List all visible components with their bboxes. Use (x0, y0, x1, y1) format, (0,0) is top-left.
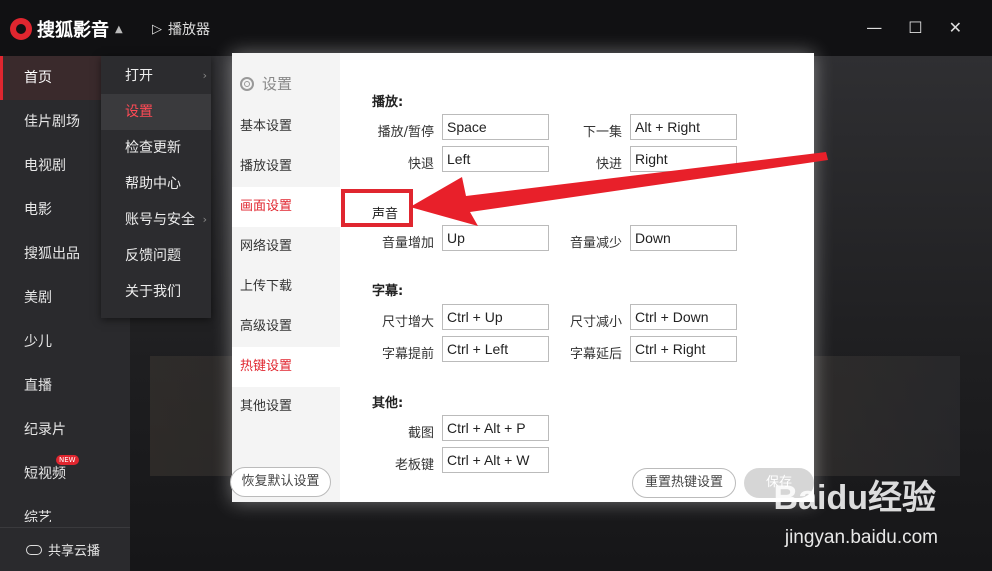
hotkey-input-sub-later[interactable]: Ctrl + Right (630, 336, 737, 362)
nav-item-documentary[interactable]: 纪录片 (0, 408, 130, 452)
new-badge: NEW (56, 455, 79, 465)
settings-tab-other[interactable]: 其他设置 (232, 387, 340, 427)
settings-tab-network[interactable]: 网络设置 (232, 227, 340, 267)
hotkey-label: 字幕延后 (569, 347, 622, 362)
settings-tab-upload-download[interactable]: 上传下载 (232, 267, 340, 307)
nav-item-variety[interactable]: 综艺 (0, 496, 130, 522)
maximize-icon[interactable]: ☐ (908, 18, 922, 37)
cloud-icon (26, 544, 42, 555)
restore-defaults-button[interactable]: 恢复默认设置 (230, 467, 331, 497)
window-controls: — ☐ ✕ (866, 18, 962, 37)
settings-tab-advanced[interactable]: 高级设置 (232, 307, 340, 347)
hotkey-label: 快进 (595, 157, 622, 172)
chevron-right-icon: › (202, 213, 207, 226)
section-title-play: 播放: (372, 95, 404, 110)
settings-tab-playback[interactable]: 播放设置 (232, 147, 340, 187)
baidu-watermark: Baidu经验 (773, 479, 936, 517)
annotation-highlight-box (341, 189, 413, 227)
hotkey-label: 下一集 (582, 125, 622, 140)
settings-title-text: 设置 (262, 75, 293, 93)
menu-item-about[interactable]: 关于我们 (101, 274, 211, 310)
hotkey-label: 尺寸增大 (381, 315, 434, 330)
section-title-other: 其他: (372, 396, 404, 411)
hotkey-label: 尺寸减小 (569, 315, 622, 330)
menu-item-label: 账号与安全 (125, 212, 195, 228)
menu-item-open[interactable]: 打开 › (101, 58, 211, 94)
settings-tab-hotkeys[interactable]: 热键设置 (232, 347, 340, 387)
settings-sidebar: 设置 基本设置 播放设置 画面设置 网络设置 上传下载 高级设置 热键设置 其他… (230, 53, 340, 502)
menu-item-account-security[interactable]: 账号与安全 › (101, 202, 211, 238)
cloud-share-label: 共享云播 (48, 544, 101, 559)
hotkey-label: 播放/暂停 (377, 125, 434, 140)
main-menu-dropdown: 打开 › 设置 检查更新 帮助中心 账号与安全 › 反馈问题 关于我们 (101, 56, 211, 318)
hotkey-input-next-episode[interactable]: Alt + Right (630, 114, 737, 140)
app-logo[interactable]: 搜狐影音 ▲ (10, 16, 123, 42)
title-bar: 搜狐影音 ▲ ▷ 播放器 — ☐ ✕ (0, 0, 992, 56)
hotkey-input-sub-size-down[interactable]: Ctrl + Down (630, 304, 737, 330)
hotkey-label: 快退 (407, 157, 434, 172)
close-icon[interactable]: ✕ (949, 18, 962, 37)
hotkey-input-forward[interactable]: Right (630, 146, 737, 172)
hotkey-label: 音量减少 (569, 236, 622, 251)
nav-item-label: 短视频 (24, 466, 66, 482)
hotkey-label: 音量增加 (381, 236, 434, 251)
gear-icon (240, 76, 254, 91)
settings-tab-picture[interactable]: 画面设置 (232, 187, 340, 227)
player-label: 播放器 (168, 22, 210, 38)
hotkey-label: 截图 (407, 426, 434, 441)
hotkey-label: 老板键 (394, 458, 434, 473)
player-button[interactable]: ▷ 播放器 (152, 19, 210, 39)
cloud-share-button[interactable]: 共享云播 (0, 527, 130, 571)
hotkey-input-screenshot[interactable]: Ctrl + Alt + P (442, 415, 549, 441)
menu-item-settings[interactable]: 设置 (101, 94, 211, 130)
nav-item-kids[interactable]: 少儿 (0, 320, 130, 364)
app-name: 搜狐影音 (37, 20, 109, 41)
section-title-subtitle: 字幕: (372, 284, 404, 299)
hotkey-label: 字幕提前 (381, 347, 434, 362)
menu-item-check-update[interactable]: 检查更新 (101, 130, 211, 166)
menu-item-label: 打开 (125, 68, 153, 84)
baidu-watermark-url: jingyan.baidu.com (784, 527, 938, 548)
nav-item-live[interactable]: 直播 (0, 364, 130, 408)
minimize-icon[interactable]: — (866, 18, 882, 37)
settings-tab-basic[interactable]: 基本设置 (232, 107, 340, 147)
chevron-down-icon: ▲ (115, 23, 123, 35)
reset-hotkeys-button[interactable]: 重置热键设置 (632, 468, 736, 498)
menu-item-feedback[interactable]: 反馈问题 (101, 238, 211, 274)
settings-dialog: 设置 基本设置 播放设置 画面设置 网络设置 上传下载 高级设置 热键设置 其他… (230, 53, 814, 502)
nav-item-short-video[interactable]: 短视频 NEW (0, 452, 130, 496)
menu-item-help[interactable]: 帮助中心 (101, 166, 211, 202)
settings-title: 设置 (240, 73, 292, 94)
sohu-logo-icon (10, 18, 32, 40)
hotkey-input-boss-key[interactable]: Ctrl + Alt + W (442, 447, 549, 473)
hotkey-input-volume-down[interactable]: Down (630, 225, 737, 251)
chevron-right-icon: › (202, 69, 207, 82)
play-icon: ▷ (152, 21, 162, 37)
